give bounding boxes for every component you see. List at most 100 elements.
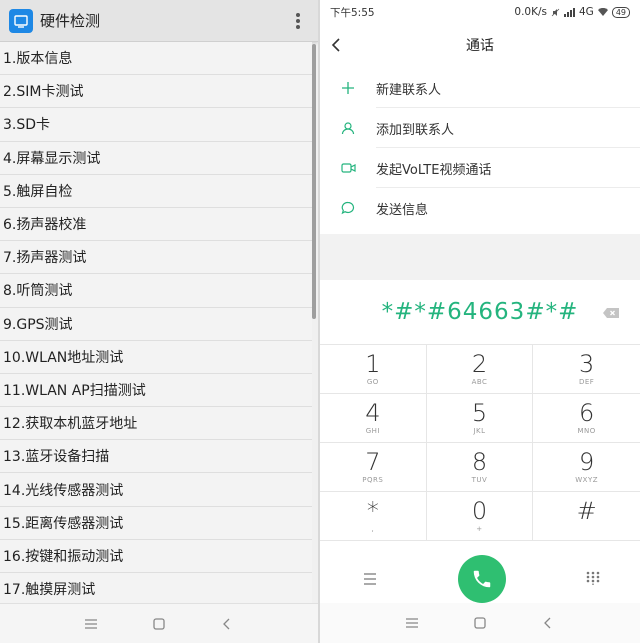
key-letters: DEF: [578, 378, 595, 386]
dialed-number-display: *#*#64663#*#: [320, 280, 640, 344]
dial-keypad: 1 GO 2 ABC 3 DEF 4 GHI 5 JKL 6 MNO 7 PQRS 8 TUV …: [320, 344, 640, 541]
menu-nav-icon[interactable]: [404, 615, 420, 631]
key-digit: 5: [471, 399, 488, 427]
key-star[interactable]: *,: [320, 492, 427, 541]
action-label: 新建联系人: [376, 82, 442, 98]
separator: [320, 234, 640, 280]
key-0[interactable]: 0 +: [426, 492, 534, 541]
menu-nav-icon[interactable]: [83, 616, 99, 632]
key-letters: MNO: [577, 427, 596, 435]
list-item[interactable]: 16.按键和振动测试: [0, 539, 312, 573]
network-speed: 0.0K/s: [514, 6, 547, 18]
key-letters: PQRS: [362, 476, 384, 484]
key-letters: +: [476, 525, 483, 533]
dial-action-row: [320, 549, 640, 609]
key-7[interactable]: 7 PQRS: [320, 443, 427, 492]
list-item[interactable]: 3.SD卡: [0, 108, 312, 142]
app-icon: [9, 8, 33, 33]
new-contact-action[interactable]: 新建联系人: [320, 68, 640, 108]
list-item[interactable]: 10.WLAN地址测试: [0, 340, 312, 374]
dialer-panel: 下午5:55 0.0K/s 4G 49 通话 新建联系人 添加到联系人 发起Vo…: [320, 0, 640, 643]
key-letters: ,: [371, 525, 375, 533]
home-nav-icon[interactable]: [151, 616, 167, 632]
list-item[interactable]: 15.距离传感器测试: [0, 506, 312, 540]
video-icon: [320, 162, 376, 174]
network-type: 4G: [578, 6, 594, 18]
key-5[interactable]: 5 JKL: [426, 394, 534, 443]
key-8[interactable]: 8 TUV: [426, 443, 534, 492]
key-digit: *: [366, 497, 379, 525]
action-label: 发起VoLTE视频通话: [376, 162, 492, 178]
message-icon: [320, 201, 376, 215]
video-call-action[interactable]: 发起VoLTE视频通话: [320, 148, 640, 188]
list-item[interactable]: 13.蓝牙设备扫描: [0, 440, 312, 474]
back-arrow-icon[interactable]: [328, 36, 346, 54]
list-item[interactable]: 1.版本信息: [0, 42, 312, 76]
key-digit: 2: [471, 350, 488, 378]
signal-icon: [563, 7, 575, 17]
key-digit: 1: [365, 350, 381, 378]
list-item[interactable]: 12.获取本机蓝牙地址: [0, 407, 312, 441]
key-letters: TUV: [471, 476, 488, 484]
key-2[interactable]: 2 ABC: [426, 345, 534, 394]
call-button[interactable]: [458, 555, 506, 603]
wifi-icon: [597, 7, 608, 16]
status-bar: 下午5:55 0.0K/s 4G 49: [320, 0, 640, 24]
hardware-test-panel: 硬件检测 1.版本信息 2.SIM卡测试 3.SD卡 4.屏幕显示测试 5.触屏…: [0, 0, 318, 643]
action-label: 发送信息: [376, 202, 429, 218]
scrollbar[interactable]: [312, 44, 316, 319]
list-item[interactable]: 8.听筒测试: [0, 274, 312, 308]
plus-icon: [320, 81, 376, 95]
add-to-contact-action[interactable]: 添加到联系人: [320, 108, 640, 148]
key-hash[interactable]: #: [533, 492, 640, 541]
list-item[interactable]: 7.扬声器测试: [0, 241, 312, 275]
key-digit: 8: [471, 448, 488, 476]
key-letters: JKL: [473, 427, 486, 435]
list-item[interactable]: 5.触屏自检: [0, 174, 312, 208]
phone-icon: [473, 570, 491, 588]
test-list: 1.版本信息 2.SIM卡测试 3.SD卡 4.屏幕显示测试 5.触屏自检 6.…: [0, 42, 312, 607]
key-digit: 4: [365, 399, 381, 427]
back-nav-icon[interactable]: [219, 616, 235, 632]
battery-indicator: 49: [611, 6, 630, 18]
app-bar: 硬件检测: [0, 0, 318, 42]
key-letters: ABC: [471, 378, 488, 386]
key-9[interactable]: 9 WXYZ: [533, 443, 640, 492]
key-digit: 7: [365, 448, 381, 476]
list-item[interactable]: 9.GPS测试: [0, 307, 312, 341]
key-4[interactable]: 4 GHI: [320, 394, 427, 443]
page-title: 通话: [466, 38, 494, 54]
key-1[interactable]: 1 GO: [320, 345, 427, 394]
dialer-header: 通话: [320, 24, 640, 66]
key-letters: WXYZ: [575, 476, 599, 484]
keypad-toggle-icon[interactable]: [586, 570, 600, 589]
home-nav-icon[interactable]: [472, 615, 488, 631]
key-letters: GHI: [365, 427, 380, 435]
contact-actions: 新建联系人 添加到联系人 发起VoLTE视频通话 发送信息: [320, 68, 640, 228]
list-item[interactable]: 11.WLAN AP扫描测试: [0, 373, 312, 408]
status-time: 下午5:55: [330, 6, 375, 19]
list-item[interactable]: 6.扬声器校准: [0, 207, 312, 242]
status-indicators: 0.0K/s 4G 49: [514, 6, 630, 18]
key-3[interactable]: 3 DEF: [533, 345, 640, 394]
key-digit: #: [576, 497, 597, 525]
key-letters: GO: [366, 378, 379, 386]
list-item[interactable]: 2.SIM卡测试: [0, 75, 312, 109]
back-nav-icon[interactable]: [540, 615, 556, 631]
overflow-menu-icon[interactable]: [292, 11, 304, 31]
list-item[interactable]: 14.光线传感器测试: [0, 473, 312, 507]
backspace-icon[interactable]: [602, 304, 620, 323]
key-digit: 9: [579, 448, 595, 476]
key-digit: 0: [471, 497, 488, 525]
dialed-number[interactable]: *#*#64663#*#: [382, 299, 579, 325]
send-message-action[interactable]: 发送信息: [320, 188, 640, 228]
list-item[interactable]: 4.屏幕显示测试: [0, 141, 312, 175]
key-digit: 3: [579, 350, 595, 378]
nav-bar: [0, 603, 318, 643]
mute-icon: [551, 8, 560, 16]
list-item[interactable]: 17.触摸屏测试: [0, 573, 312, 607]
key-6[interactable]: 6 MNO: [533, 394, 640, 443]
action-label: 添加到联系人: [376, 122, 455, 138]
dialer-menu-icon[interactable]: [362, 570, 378, 589]
app-title: 硬件检测: [40, 12, 101, 30]
